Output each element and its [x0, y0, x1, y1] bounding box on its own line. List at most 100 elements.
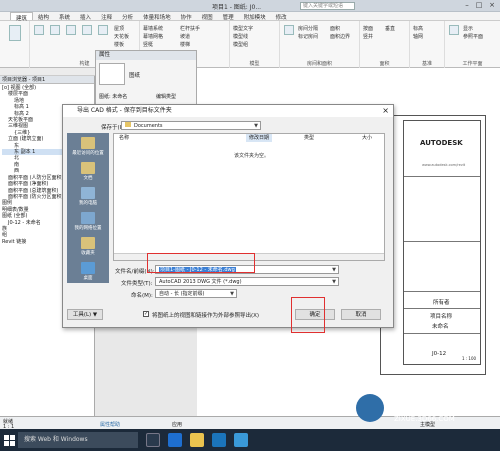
wall-icon[interactable]	[34, 25, 44, 35]
place-network[interactable]: 我的网络位置	[67, 210, 109, 238]
by-face-button[interactable]: 按面	[363, 25, 373, 32]
tab-analyze[interactable]: 分析	[117, 12, 138, 21]
properties-help-link[interactable]: 属性帮助	[100, 421, 120, 428]
place-desktop[interactable]: 桌面	[67, 260, 109, 288]
windows-start-icon[interactable]	[4, 432, 16, 448]
filetype-select[interactable]: AutoCAD 2013 DWG 文件 (*.dwg) ▼	[155, 277, 339, 286]
level-button[interactable]: 标高	[413, 25, 423, 32]
tab-systems[interactable]: 系统	[54, 12, 75, 21]
column-modified[interactable]: 修改日期	[246, 134, 273, 142]
grid-button[interactable]: 轴网	[413, 33, 423, 40]
place-computer[interactable]: 我的电脑	[67, 185, 109, 213]
save-in-value: Documents	[134, 123, 163, 129]
naming-label: 命名(M):	[131, 293, 153, 299]
area-button[interactable]: 面积	[330, 25, 340, 32]
sheet-scale: 1 : 100	[462, 356, 477, 361]
room-icon[interactable]	[284, 25, 294, 35]
xref-checkbox[interactable]: ✓	[143, 311, 149, 317]
stair-button[interactable]: 楼梯	[180, 41, 190, 48]
explorer-icon[interactable]	[190, 433, 204, 447]
network-icon	[81, 212, 95, 224]
railing-button[interactable]: 栏杆扶手	[180, 25, 200, 32]
help-search-input[interactable]: 键入关键字或短语	[300, 2, 355, 10]
minimize-icon[interactable]: –	[462, 1, 472, 10]
model-text-button[interactable]: 模型文字	[233, 25, 253, 32]
edit-type-button[interactable]: 编辑类型	[156, 93, 176, 100]
watermark-logo-icon	[356, 394, 384, 422]
filetype-value: AutoCAD 2013 DWG 文件 (*.dwg)	[159, 279, 242, 285]
curtain-grid-button[interactable]: 幕墙网格	[143, 33, 163, 40]
curtain-system-button[interactable]: 幕墙系统	[143, 25, 163, 32]
recent-places-icon	[81, 137, 95, 149]
door-icon[interactable]	[50, 25, 60, 35]
category-label: 图纸: 未命名	[99, 94, 128, 100]
dialog-title: 导出 CAD 格式 - 保存到目标文件夹	[77, 107, 172, 114]
type-name: 图纸	[129, 73, 141, 79]
component-icon[interactable]	[82, 25, 92, 35]
apply-button[interactable]: 应用	[172, 421, 182, 428]
ref-plane-button[interactable]: 参照平面	[463, 33, 483, 40]
naming-select[interactable]: 自动 - 长 (指定前缀) ▼	[155, 289, 237, 298]
modify-icon[interactable]	[9, 25, 21, 41]
tab-annotate[interactable]: 注释	[96, 12, 117, 21]
vertical-button[interactable]: 垂直	[385, 25, 395, 32]
edge-icon[interactable]	[168, 433, 182, 447]
place-favorites[interactable]: 收藏夹	[67, 235, 109, 263]
close-icon[interactable]: ×	[487, 1, 497, 10]
taskbar-search[interactable]: 搜索 Web 和 Windows	[18, 432, 138, 448]
computer-icon	[81, 187, 95, 199]
watermark: 溜溜自学 ZIXUE.3D66.COM	[350, 388, 500, 428]
column-size[interactable]: 大小	[362, 134, 372, 142]
show-button[interactable]: 显示	[463, 25, 473, 32]
model-line-button[interactable]: 模型线	[233, 33, 248, 40]
set-workplane-icon[interactable]	[449, 25, 459, 35]
title-block: AUTODESK www.autodesk.com/revit 所有者 项目名称…	[403, 120, 481, 365]
place-recent[interactable]: 最近访问的位置	[67, 135, 109, 163]
cancel-button[interactable]: 取消	[341, 309, 381, 320]
export-cad-dialog: 导出 CAD 格式 - 保存到目标文件夹 × 保存于(I): Documents…	[62, 104, 394, 333]
shaft-button[interactable]: 竖井	[363, 33, 373, 40]
task-view-icon[interactable]	[146, 433, 160, 447]
dialog-close-icon[interactable]: ×	[382, 105, 389, 117]
app-icon[interactable]	[234, 433, 248, 447]
save-in-combo[interactable]: Documents ▼	[121, 121, 261, 130]
tab-modify[interactable]: 修改	[271, 12, 292, 21]
tab-structure[interactable]: 结构	[33, 12, 54, 21]
project-browser-title: 项目浏览器 - 项目1	[0, 76, 94, 84]
mullion-button[interactable]: 竖梃	[143, 41, 153, 48]
workplane-group: 显示 参照平面 工作平面	[445, 21, 500, 68]
empty-folder-text: 该文件夹为空。	[234, 153, 270, 159]
column-name[interactable]: 名称	[119, 134, 129, 142]
room-separator-button[interactable]: 房间分隔	[298, 25, 318, 32]
floor-button[interactable]: 楼板	[114, 41, 124, 48]
column-icon[interactable]	[98, 25, 108, 35]
tab-architecture[interactable]: 建筑	[10, 12, 34, 22]
tab-manage[interactable]: 管理	[218, 12, 239, 21]
roof-button[interactable]: 屋顶	[114, 25, 124, 32]
revit-icon[interactable]	[212, 433, 226, 447]
sheet-name: 未命名	[432, 324, 449, 330]
tab-view[interactable]: 视图	[197, 12, 218, 21]
tab-insert[interactable]: 插入	[75, 12, 96, 21]
window-icon[interactable]	[66, 25, 76, 35]
model-group-button[interactable]: 模型组	[233, 41, 248, 48]
maximize-icon[interactable]: □	[474, 1, 484, 10]
ribbon-panel: 屋顶 天花板 楼板 构建 幕墙系统 幕墙网格 竖梃 栏杆扶手 坡道 楼梯 楼梯坡…	[0, 21, 500, 68]
file-list[interactable]: 名称 修改日期 类型 大小 该文件夹为空。	[113, 133, 385, 261]
tab-collaborate[interactable]: 协作	[176, 12, 197, 21]
place-documents[interactable]: 文档	[67, 160, 109, 188]
dialog-titlebar: 导出 CAD 格式 - 保存到目标文件夹 ×	[63, 105, 393, 117]
tag-room-button[interactable]: 标记房间	[298, 33, 318, 40]
ribbon-tabs: 建筑 结构 系统 插入 注释 分析 体量和场地 协作 视图 管理 附加模块 修改	[0, 12, 500, 22]
opening-group: 按面 竖井 垂直 面积	[360, 21, 410, 68]
project-name: 项目名称	[430, 314, 453, 320]
tools-button[interactable]: 工具(L) ▼	[67, 309, 103, 320]
area-boundary-button[interactable]: 面积边界	[330, 33, 350, 40]
ok-highlight	[291, 297, 325, 333]
ceiling-button[interactable]: 天花板	[114, 33, 129, 40]
tab-addins[interactable]: 附加模块	[239, 12, 271, 21]
tab-massing[interactable]: 体量和场地	[138, 12, 176, 21]
column-type[interactable]: 类型	[304, 134, 314, 142]
ramp-button[interactable]: 坡道	[180, 33, 190, 40]
xref-checkbox-label: 将图纸上的视图和链接作为外部参照导出(X)	[152, 313, 260, 319]
